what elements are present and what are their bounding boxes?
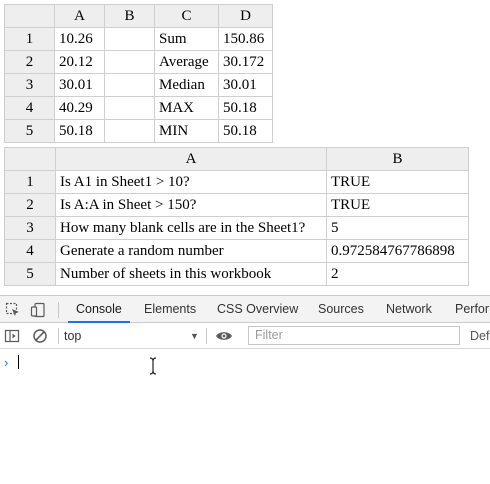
log-levels-dropdown[interactable]: Defa [470,327,490,345]
ibeam-cursor-icon [148,357,158,375]
column-header-a[interactable]: A [55,147,327,171]
filter-input[interactable]: Filter [248,326,460,345]
table-row: 3 How many blank cells are in the Sheet1… [4,216,469,240]
column-header-d[interactable]: D [218,4,273,28]
tab-sources[interactable]: Sources [318,296,364,323]
column-header-b[interactable]: B [104,4,155,28]
cell-a1[interactable]: 10.26 [54,27,105,51]
column-header-b[interactable]: B [326,147,469,171]
row-header[interactable]: 3 [4,216,56,240]
clear-console-icon[interactable] [32,328,48,344]
dropdown-arrow-icon[interactable]: ▼ [190,327,199,345]
cell-b1[interactable]: TRUE [326,170,469,194]
table-row: 2 20.12 Average 30.172 [4,50,273,74]
cell-a4[interactable]: 40.29 [54,96,105,120]
toolbar-divider [58,302,59,318]
cell-c1[interactable]: Sum [154,27,219,51]
cell-a2[interactable]: 20.12 [54,50,105,74]
column-header-a[interactable]: A [54,4,105,28]
tab-performance[interactable]: Perfor [455,296,489,323]
cell-c4[interactable]: MAX [154,96,219,120]
cell-c3[interactable]: Median [154,73,219,97]
cell-b3[interactable]: 5 [326,216,469,240]
device-toolbar-icon[interactable] [30,302,46,318]
row-header[interactable]: 2 [4,50,55,74]
cell-d5[interactable]: 50.18 [218,119,273,143]
sheet1-header-row: A B C D [4,4,273,28]
corner-cell [4,4,55,28]
sheet2-header-row: A B [4,147,469,171]
cell-d4[interactable]: 50.18 [218,96,273,120]
row-header[interactable]: 4 [4,96,55,120]
row-header[interactable]: 1 [4,27,55,51]
devtools-panel: Console Elements CSS Overview Sources Ne… [0,295,490,484]
tab-network[interactable]: Network [386,296,432,323]
table-row: 1 10.26 Sum 150.86 [4,27,273,51]
cell-a4[interactable]: Generate a random number [55,239,327,263]
table-row: 4 40.29 MAX 50.18 [4,96,273,120]
row-header[interactable]: 1 [4,170,56,194]
cell-d2[interactable]: 30.172 [218,50,273,74]
console-prompt[interactable]: › [0,349,490,484]
toolbar-divider [58,328,59,344]
table-row: 5 Number of sheets in this workbook 2 [4,262,469,286]
cell-b5[interactable]: 2 [326,262,469,286]
cell-c2[interactable]: Average [154,50,219,74]
cell-a1[interactable]: Is A1 in Sheet1 > 10? [55,170,327,194]
cell-d3[interactable]: 30.01 [218,73,273,97]
table-row: 5 50.18 MIN 50.18 [4,119,273,143]
sheet2-table: A B 1 Is A1 in Sheet1 > 10? TRUE 2 Is A:… [4,147,469,286]
prompt-chevron-icon: › [4,355,9,370]
cell-a5[interactable]: Number of sheets in this workbook [55,262,327,286]
toolbar-divider [206,328,207,344]
sidebar-toggle-icon[interactable] [4,328,20,344]
cell-b2[interactable]: TRUE [326,193,469,217]
sheet1-table: A B C D 1 10.26 Sum 150.86 2 20.12 Avera… [4,4,273,143]
cell-b3[interactable] [104,73,155,97]
cell-a2[interactable]: Is A:A in Sheet > 150? [55,193,327,217]
table-row: 1 Is A1 in Sheet1 > 10? TRUE [4,170,469,194]
devtools-tab-bar: Console Elements CSS Overview Sources Ne… [0,295,490,323]
cell-b4[interactable]: 0.972584767786898 [326,239,469,263]
cell-c5[interactable]: MIN [154,119,219,143]
table-row: 4 Generate a random number 0.97258476778… [4,239,469,263]
row-header[interactable]: 5 [4,262,56,286]
row-header[interactable]: 3 [4,73,55,97]
cell-a5[interactable]: 50.18 [54,119,105,143]
cell-d1[interactable]: 150.86 [218,27,273,51]
text-caret [18,355,19,369]
table-row: 3 30.01 Median 30.01 [4,73,273,97]
tab-css-overview[interactable]: CSS Overview [217,296,298,323]
column-header-c[interactable]: C [154,4,219,28]
tab-elements[interactable]: Elements [144,296,196,323]
context-select[interactable]: top [64,327,200,345]
cell-b2[interactable] [104,50,155,74]
inspect-element-icon[interactable] [5,302,21,318]
live-expression-icon[interactable] [215,328,232,344]
corner-cell [4,147,56,171]
row-header[interactable]: 5 [4,119,55,143]
table-row: 2 Is A:A in Sheet > 150? TRUE [4,193,469,217]
cell-b5[interactable] [104,119,155,143]
cell-a3[interactable]: How many blank cells are in the Sheet1? [55,216,327,240]
tab-console[interactable]: Console [68,296,130,323]
cell-a3[interactable]: 30.01 [54,73,105,97]
cell-b1[interactable] [104,27,155,51]
cell-b4[interactable] [104,96,155,120]
row-header[interactable]: 2 [4,193,56,217]
row-header[interactable]: 4 [4,239,56,263]
console-toolbar: top ▼ Filter Defa [0,323,490,349]
